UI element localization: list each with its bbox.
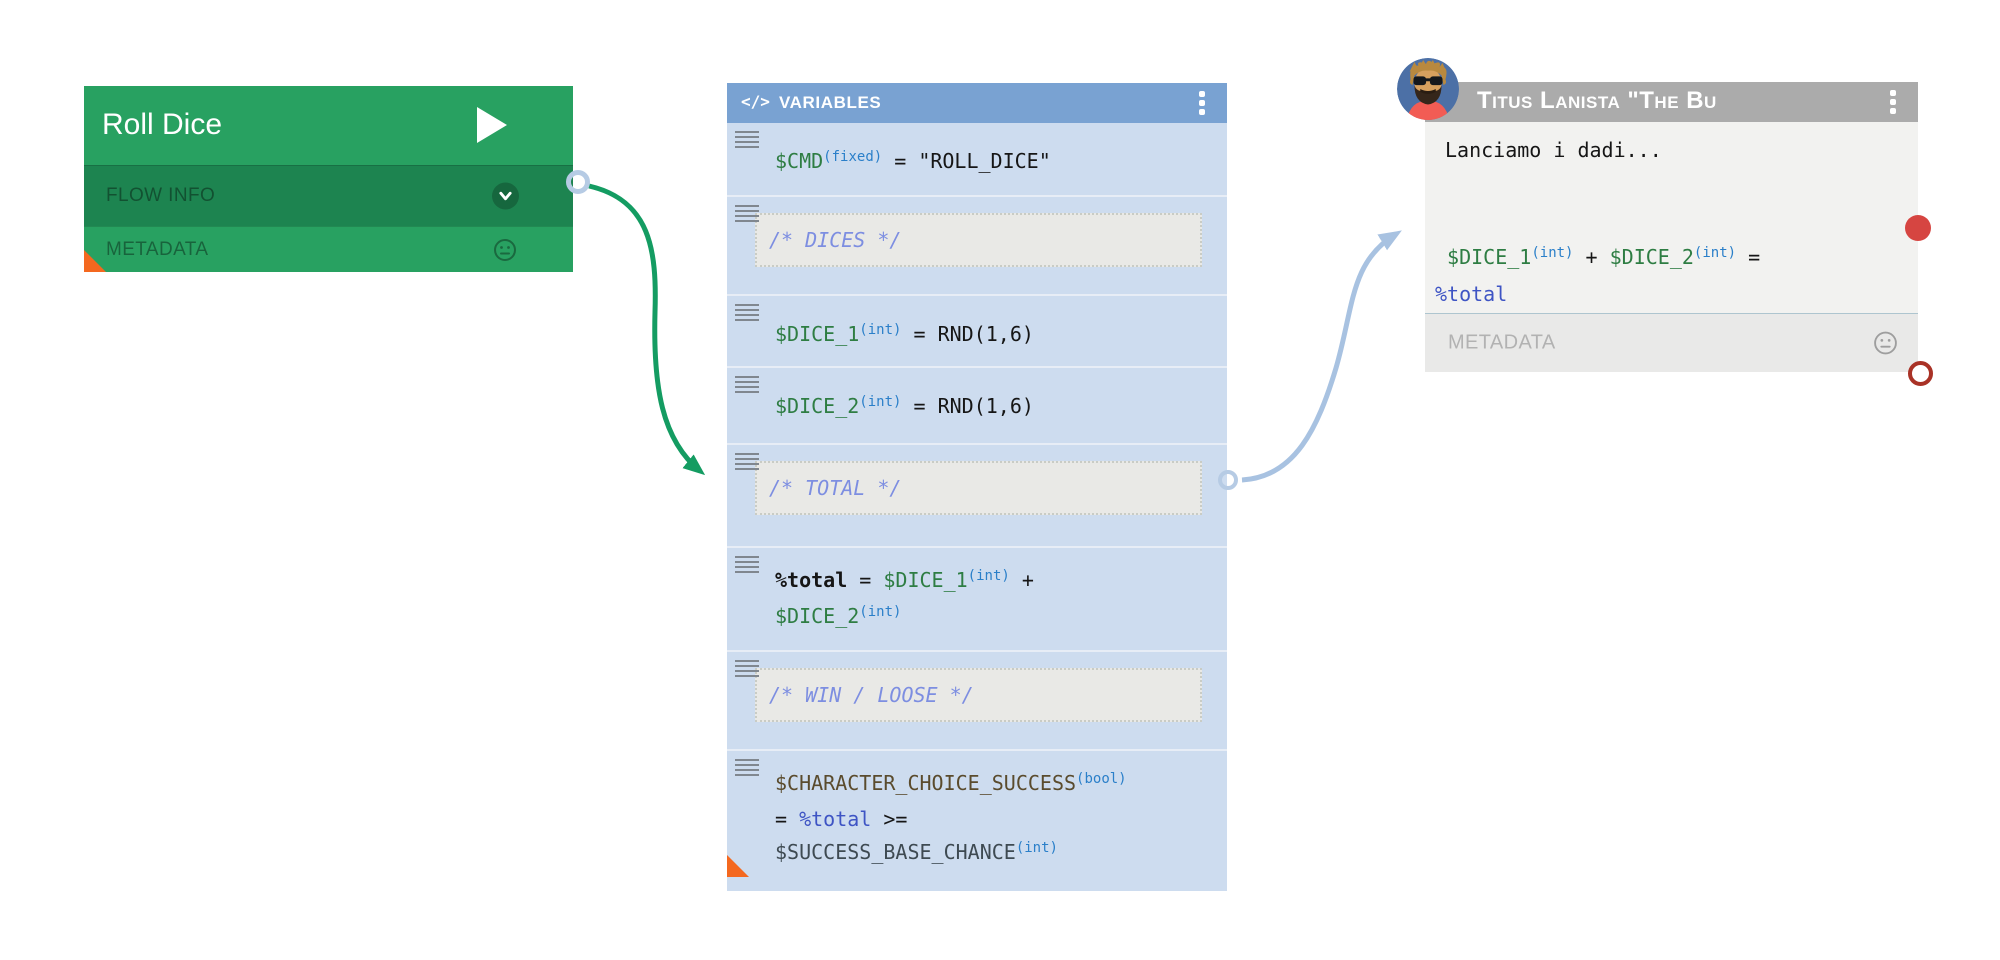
drag-handle-icon[interactable]: [735, 304, 761, 324]
code-token: (int): [859, 322, 902, 338]
roll-dice-header[interactable]: Roll Dice: [84, 86, 573, 165]
drag-handle-icon[interactable]: [735, 556, 761, 576]
code-token: %total: [799, 807, 872, 831]
code-token: $DICE_1: [775, 322, 860, 346]
code-token: =: [882, 149, 919, 173]
metadata-label: METADATA: [1448, 331, 1556, 354]
code-token: $CMD: [775, 149, 824, 173]
character-avatar[interactable]: [1397, 58, 1459, 120]
code-token: (int): [1015, 840, 1058, 856]
node-variables[interactable]: </> VARIABLES $CMD(fixed) = "ROLL_DICE" /…: [727, 83, 1238, 891]
drag-handle-icon[interactable]: [735, 131, 761, 151]
comment-box[interactable]: /* WIN / LOOSE */: [755, 668, 1202, 722]
code-token: $DICE_2: [1609, 245, 1694, 269]
code-text: $CMD(fixed) = "ROLL_DICE": [775, 123, 1211, 181]
code-token: %total: [1435, 282, 1508, 306]
code-token: (fixed): [823, 149, 883, 165]
variable-row[interactable]: $CHARACTER_CHOICE_SUCCESS(bool) = %total …: [727, 749, 1227, 891]
wire-variables-to-character[interactable]: [1241, 230, 1402, 483]
character-header[interactable]: Titus Lanista "The Bu: [1425, 82, 1918, 122]
variables-row-list: $CMD(fixed) = "ROLL_DICE" /* DICES */ $DIC…: [727, 123, 1227, 891]
code-text: %total = $DICE_1(int) + $DICE_2(int): [775, 548, 1211, 636]
code-token: RND(1,6): [937, 322, 1034, 346]
code-icon: </>: [741, 92, 770, 111]
code-token: =: [901, 322, 938, 346]
code-token: =: [847, 568, 884, 592]
code-token: "ROLL_DICE": [918, 149, 1051, 173]
code-token: $DICE_1: [883, 568, 968, 592]
code-token: (int): [967, 568, 1010, 584]
drag-handle-icon[interactable]: [735, 453, 761, 473]
drag-handle-icon[interactable]: [735, 759, 761, 779]
flow-canvas[interactable]: Roll Dice FLOW INFO METADATA </> VARIABL…: [0, 0, 2000, 960]
chevron-down-icon[interactable]: [492, 182, 519, 210]
code-token: $DICE_2: [775, 394, 860, 418]
dialogue-code-text: $DICE_1(int) + $DICE_2(int) = %total: [1435, 240, 1772, 311]
node-character-dialogue[interactable]: Titus Lanista "The Bu Lanciamo i dadi...…: [1397, 58, 1933, 386]
smiley-icon[interactable]: [1873, 331, 1898, 356]
output-port-filled[interactable]: [1905, 215, 1931, 241]
code-token: (int): [1693, 245, 1737, 261]
code-token: >=: [871, 807, 908, 831]
code-token: +: [1009, 568, 1034, 592]
code-token: $SUCCESS_BASE_CHANCE: [775, 840, 1016, 864]
code-token: =: [901, 394, 938, 418]
character-title: Titus Lanista "The Bu: [1477, 87, 1717, 114]
variables-title: VARIABLES: [779, 93, 882, 112]
code-token: =: [1736, 245, 1773, 269]
kebab-menu-icon[interactable]: [1890, 90, 1896, 114]
wire-roll-dice-to-variables[interactable]: [588, 183, 706, 476]
output-connector-pin[interactable]: [1218, 470, 1238, 490]
code-token: (int): [859, 604, 902, 620]
code-token: (int): [1531, 245, 1574, 261]
smiley-icon[interactable]: [493, 238, 517, 262]
kebab-menu-icon[interactable]: [1199, 91, 1205, 115]
code-token: $DICE_2: [775, 604, 860, 628]
code-token: (bool): [1076, 771, 1127, 787]
drag-handle-icon[interactable]: [735, 376, 761, 396]
metadata-label: METADATA: [106, 238, 209, 260]
comment-row[interactable]: /* WIN / LOOSE */: [727, 650, 1227, 749]
dialogue-body[interactable]: Lanciamo i dadi... $DICE_1(int) + $DICE_…: [1425, 122, 1918, 313]
comment-row[interactable]: /* TOTAL */: [727, 443, 1227, 546]
output-connector-pin[interactable]: [566, 170, 590, 194]
drag-handle-icon[interactable]: [735, 660, 761, 680]
drag-handle-icon[interactable]: [735, 205, 761, 225]
comment-row[interactable]: /* DICES */: [727, 195, 1227, 294]
comment-box[interactable]: /* TOTAL */: [755, 461, 1202, 515]
output-port-empty[interactable]: [1908, 361, 1933, 386]
roll-dice-title: Roll Dice: [102, 108, 223, 141]
code-token: =: [775, 807, 800, 831]
code-token: RND(1,6): [937, 394, 1034, 418]
code-text: $DICE_2(int) = RND(1,6): [775, 368, 1211, 426]
metadata-row[interactable]: METADATA: [1425, 313, 1918, 372]
variable-row[interactable]: $DICE_2(int) = RND(1,6): [727, 366, 1227, 443]
code-token: (int): [859, 394, 902, 410]
comment-box[interactable]: /* DICES */: [755, 213, 1202, 267]
play-icon[interactable]: [477, 107, 507, 143]
code-text: $DICE_1(int) = RND(1,6): [775, 296, 1211, 354]
metadata-row[interactable]: METADATA: [84, 226, 573, 272]
variable-row[interactable]: $CMD(fixed) = "ROLL_DICE": [727, 123, 1227, 195]
variable-row[interactable]: $DICE_1(int) = RND(1,6): [727, 294, 1227, 366]
flow-info-row[interactable]: FLOW INFO: [84, 165, 573, 226]
code-token: $CHARACTER_CHOICE_SUCCESS: [775, 771, 1077, 795]
code-token: %total: [775, 568, 848, 592]
dialogue-text: Lanciamo i dadi...: [1445, 138, 1662, 162]
code-text: $CHARACTER_CHOICE_SUCCESS(bool) = %total …: [775, 751, 1211, 872]
code-token: +: [1573, 245, 1610, 269]
code-token: $DICE_1: [1435, 245, 1532, 269]
variable-row[interactable]: %total = $DICE_1(int) + $DICE_2(int): [727, 546, 1227, 650]
flow-info-label: FLOW INFO: [106, 185, 216, 206]
variables-header[interactable]: </> VARIABLES: [727, 83, 1227, 123]
node-roll-dice[interactable]: Roll Dice FLOW INFO METADATA: [84, 86, 590, 272]
